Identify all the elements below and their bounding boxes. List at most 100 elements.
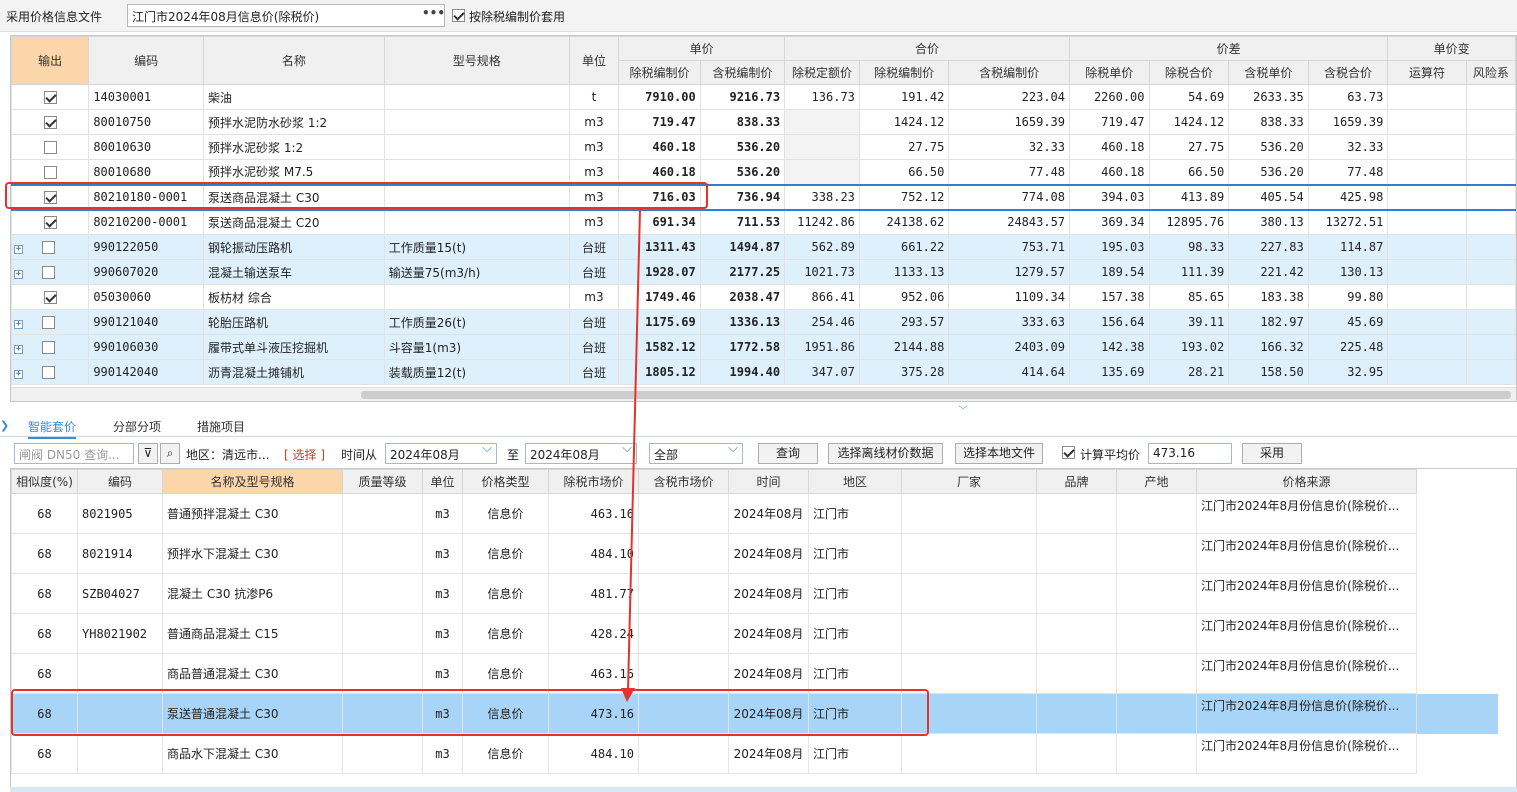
material-row[interactable]: +990122050 钢轮振动压路机 工作质量15(t) 台班 1311.43 1494.… <box>11 234 1516 260</box>
col-unit[interactable]: 单位 <box>568 36 620 85</box>
expand-icon[interactable]: + <box>14 270 23 279</box>
operator-cell[interactable] <box>1387 234 1467 260</box>
output-checkbox[interactable] <box>42 241 55 254</box>
expand-icon[interactable]: + <box>14 370 23 379</box>
search-icon[interactable]: ⌕ <box>160 443 180 464</box>
col-excl-tax-price[interactable]: 除税编制价 <box>618 60 701 85</box>
operator-cell[interactable] <box>1387 359 1467 385</box>
material-row[interactable]: 05030060 板枋材 综合 m3 1749.46 2038.47 866.41 952.… <box>11 284 1516 310</box>
col-price-type[interactable]: 价格类型 <box>462 469 549 494</box>
risk-cell[interactable] <box>1465 159 1516 185</box>
col-excl-tax-market[interactable]: 除税市场价 <box>548 469 639 494</box>
excl-tax-price-cell[interactable]: 1805.12 <box>618 359 701 385</box>
col-diff-excl-unit[interactable]: 除税单价 <box>1069 60 1150 85</box>
output-cell[interactable] <box>11 209 90 235</box>
col-origin[interactable]: 产地 <box>1116 469 1197 494</box>
output-cell[interactable] <box>11 284 90 310</box>
output-checkbox[interactable] <box>42 266 55 279</box>
bottom-scrollbar[interactable] <box>10 787 1517 792</box>
output-cell[interactable] <box>11 134 90 160</box>
col-region[interactable]: 地区 <box>808 469 902 494</box>
scrollbar-thumb[interactable] <box>361 391 1511 399</box>
excl-tax-price-cell[interactable]: 1311.43 <box>618 234 701 260</box>
risk-cell[interactable] <box>1465 183 1516 211</box>
output-cell[interactable] <box>11 109 90 135</box>
price-type-dropdown[interactable]: 全部 <box>649 443 743 464</box>
offline-price-button[interactable]: 选择离线材价数据 <box>828 443 943 464</box>
average-price-input[interactable]: 473.16 <box>1148 443 1232 464</box>
incl-tax-price-cell[interactable]: 838.33 <box>699 109 786 135</box>
browse-dots-button[interactable]: ••• <box>422 5 444 26</box>
risk-cell[interactable] <box>1465 284 1516 310</box>
col-quality[interactable]: 质量等级 <box>342 469 423 494</box>
expand-icon[interactable]: + <box>14 320 23 329</box>
tax-price-checkbox[interactable] <box>452 9 465 22</box>
col-unit[interactable]: 单位 <box>422 469 463 494</box>
material-row[interactable]: +990607020 混凝土输送泵车 输送量75(m3/h) 台班 1928.07 217… <box>11 259 1516 285</box>
col-incl-tax-market[interactable]: 含税市场价 <box>638 469 729 494</box>
col-manufacturer[interactable]: 厂家 <box>901 469 1037 494</box>
output-checkbox[interactable] <box>42 341 55 354</box>
incl-tax-price-cell[interactable]: 536.20 <box>699 159 786 185</box>
risk-cell[interactable] <box>1465 109 1516 135</box>
col-time[interactable]: 时间 <box>728 469 809 494</box>
output-checkbox[interactable] <box>44 141 57 154</box>
market-price-row[interactable]: 68 8021905 普通预拌混凝土 C30 m3 信息价 463.16 2024年08月江… <box>11 493 1499 534</box>
output-cell[interactable]: + <box>11 334 90 360</box>
market-price-row[interactable]: 68 8021914 预拌水下混凝土 C30 m3 信息价 484.10 2024年08月江… <box>11 533 1499 574</box>
col-spec[interactable]: 型号规格 <box>383 36 570 85</box>
region-select-link[interactable]: [ 选择 ] <box>284 446 325 463</box>
operator-cell[interactable] <box>1387 109 1467 135</box>
incl-tax-price-cell[interactable]: 1772.58 <box>699 334 786 360</box>
col-excl-tax-total[interactable]: 除税编制价 <box>858 60 950 85</box>
output-checkbox[interactable] <box>44 116 57 129</box>
market-price-row[interactable]: 68 YH8021902 普通商品混凝土 C15 m3 信息价 428.24 2024年08… <box>11 613 1499 654</box>
material-search-input[interactable]: 闸阀 DN50 查询... <box>14 443 134 464</box>
filter-icon[interactable]: ⊽ <box>138 443 158 464</box>
risk-cell[interactable] <box>1465 259 1516 285</box>
col-incl-tax-total[interactable]: 含税编制价 <box>948 60 1071 85</box>
price-file-input[interactable]: 江门市2024年08月信息价(除税价) ••• <box>127 4 445 27</box>
col-output[interactable]: 输出 <box>11 36 90 85</box>
operator-cell[interactable] <box>1387 309 1467 335</box>
material-row[interactable]: 80010630 预拌水泥砂浆 1:2 m3 460.18 536.20 27.75 32.… <box>11 134 1516 160</box>
output-checkbox[interactable] <box>44 165 57 179</box>
tab-subdivision[interactable]: 分部分项 <box>113 418 161 435</box>
risk-cell[interactable] <box>1465 334 1516 360</box>
output-checkbox[interactable] <box>44 216 57 230</box>
excl-tax-price-cell[interactable]: 7910.00 <box>618 84 701 110</box>
time-from-dropdown[interactable]: 2024年08月 <box>385 443 497 464</box>
material-row[interactable]: +990121040 轮胎压路机 工作质量26(t) 台班 1175.69 1336.13… <box>11 309 1516 335</box>
col-name-spec[interactable]: 名称及型号规格 <box>162 469 343 494</box>
col-brand[interactable]: 品牌 <box>1036 469 1117 494</box>
market-price-row[interactable]: 68 商品水下混凝土 C30 m3 信息价 484.10 2024年08月 江门市 江门市20… <box>11 733 1499 774</box>
expand-icon[interactable]: + <box>14 245 23 254</box>
excl-tax-price-cell[interactable]: 1175.69 <box>618 309 701 335</box>
output-checkbox[interactable] <box>42 316 55 329</box>
col-incl-tax-price[interactable]: 含税编制价 <box>699 60 786 85</box>
tab-measures[interactable]: 措施项目 <box>197 418 245 435</box>
output-cell[interactable]: + <box>11 234 90 260</box>
market-price-row[interactable]: 68 SZB04027 混凝土 C30 抗渗P6 m3 信息价 481.77 2024年08… <box>11 573 1499 614</box>
risk-cell[interactable] <box>1465 134 1516 160</box>
col-diff-incl-unit[interactable]: 含税单价 <box>1228 60 1309 85</box>
incl-tax-price-cell[interactable]: 711.53 <box>699 209 786 235</box>
material-row[interactable]: 80010680 预拌水泥砂浆 M7.5 m3 460.18 536.20 66.50 77… <box>11 159 1516 185</box>
output-checkbox[interactable] <box>44 291 57 304</box>
risk-cell[interactable] <box>1465 209 1516 235</box>
region-select-link-text[interactable]: 选择 <box>293 448 317 462</box>
risk-cell[interactable] <box>1465 359 1516 385</box>
material-row[interactable]: +990106030 履带式单斗液压挖掘机 斗容量1(m3) 台班 1582.12 177… <box>11 334 1516 360</box>
incl-tax-price-cell[interactable]: 1994.40 <box>699 359 786 385</box>
col-similarity[interactable]: 相似度(%) <box>11 469 78 494</box>
output-checkbox[interactable] <box>44 91 57 104</box>
material-row[interactable]: 80210200-0001 泵送商品混凝土 C20 m3 691.34 711.53 11… <box>11 209 1516 235</box>
local-file-button[interactable]: 选择本地文件 <box>955 443 1043 464</box>
excl-tax-price-cell[interactable]: 691.34 <box>618 209 701 235</box>
excl-tax-price-cell[interactable]: 719.47 <box>618 109 701 135</box>
incl-tax-price-cell[interactable]: 2177.25 <box>699 259 786 285</box>
output-cell[interactable]: + <box>11 259 90 285</box>
market-price-row[interactable]: 68 商品普通混凝土 C30 m3 信息价 463.16 2024年08月 江门市 江门市20… <box>11 653 1499 694</box>
col-name[interactable]: 名称 <box>203 36 385 85</box>
excl-tax-price-cell[interactable]: 460.18 <box>618 159 701 185</box>
